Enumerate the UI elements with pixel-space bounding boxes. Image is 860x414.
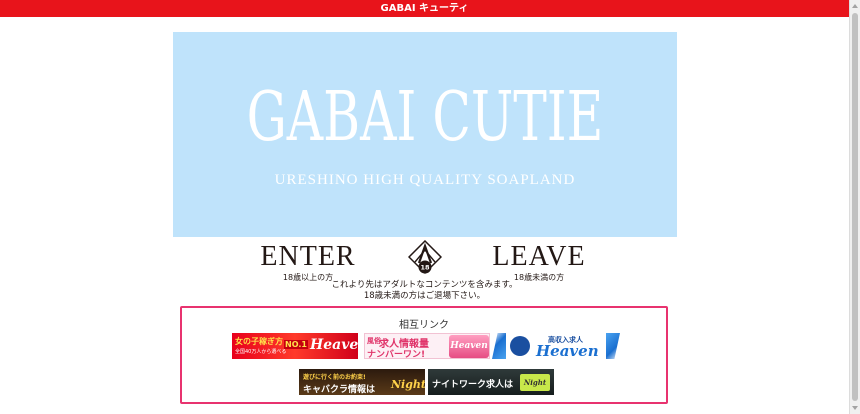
banner-text: 全国40万人から選べる (235, 349, 287, 355)
leave-block[interactable]: LEAVE 18歳未満の方 (484, 242, 594, 283)
banner-logo: Night (391, 378, 425, 391)
banner-logo: Heaven (310, 337, 358, 353)
banner-logo: Heaven (536, 342, 599, 359)
banner-text: 遊びに行く前のお約束! (303, 374, 366, 381)
banner-text: ナイトワーク求人は (432, 380, 514, 390)
banner-logo: Night (520, 374, 550, 391)
vertical-scrollbar[interactable] (849, 0, 860, 414)
hero-banner: GABAI CUTIE URESHINO HIGH QUALITY SOAPLA… (173, 32, 677, 237)
adult-content-notice: これより先はアダルトなコンテンツを含みます。 18歳未満の方はご退場下さい。 (0, 280, 849, 302)
enter-block[interactable]: ENTER 18歳以上の方 (253, 242, 363, 283)
hero-title: GABAI CUTIE (246, 78, 604, 157)
top-title-bar: GABAI キューティ (0, 0, 849, 17)
mutual-links-box: 相互リンク 女の子稼ぎ方 全国40万人から選べる NO.1 Heaven 風俗 … (180, 306, 668, 404)
banner-text: ナンバーワン! (367, 350, 426, 359)
scroll-up-arrow-icon[interactable] (852, 4, 858, 8)
scrollbar-thumb[interactable] (852, 13, 858, 401)
banner-decoration (492, 333, 506, 359)
banner-logo: Heaven (449, 335, 489, 358)
leave-link[interactable]: LEAVE (484, 243, 594, 271)
scroll-down-arrow-icon[interactable] (852, 406, 858, 410)
banner-badge-icon (510, 336, 530, 356)
link-banner-night-1[interactable]: 遊びに行く前のお約束! キャバクラ情報は Night (299, 369, 425, 395)
banner-badge: NO.1 (284, 340, 308, 349)
mutual-links-title: 相互リンク (399, 320, 449, 331)
banner-text: 女の子稼ぎ方 (235, 337, 283, 346)
banner-text: キャバクラ情報は (303, 385, 376, 395)
hero-subtitle: URESHINO HIGH QUALITY SOAPLAND (274, 172, 576, 188)
notice-line-1: これより先はアダルトなコンテンツを含みます。 (331, 280, 518, 290)
site-title: GABAI キューティ (380, 3, 469, 14)
notice-line-2: 18歳未満の方はご退場下さい。 (363, 291, 486, 301)
link-banner-heaven-1[interactable]: 女の子稼ぎ方 全国40万人から選べる NO.1 Heaven (232, 333, 358, 359)
link-banner-heaven-2[interactable]: 風俗 求人情報量 ナンバーワン! Heaven (364, 333, 490, 359)
link-banner-night-2[interactable]: ナイトワーク求人は Night (428, 369, 554, 395)
banner-decoration (606, 333, 620, 359)
enter-link[interactable]: ENTER (253, 243, 363, 271)
age-18-restriction-icon: 18 (408, 240, 442, 275)
link-banner-heaven-3[interactable]: 高収入求人 Heaven (492, 333, 620, 359)
emblem-age-text: 18 (420, 264, 430, 272)
